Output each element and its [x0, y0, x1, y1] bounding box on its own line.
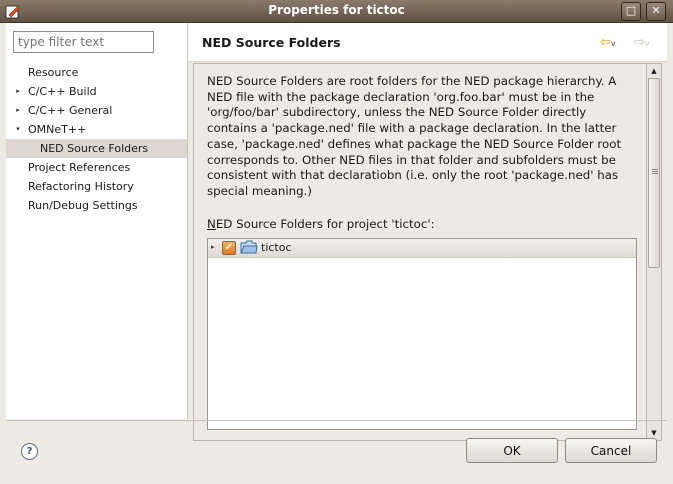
folders-tree[interactable]: ▸ ✔ tictoc [207, 238, 637, 430]
expand-icon[interactable]: ▸ [14, 101, 22, 120]
sidebar-item-label: C/C++ General [28, 104, 113, 117]
sidebar-item[interactable]: Resource [6, 63, 187, 82]
folder-label: tictoc [261, 241, 292, 254]
scroll-thumb[interactable] [648, 78, 660, 268]
sidebar-item[interactable]: Refactoring History [6, 177, 187, 196]
page-title: NED Source Folders [202, 35, 341, 50]
maximize-button[interactable]: □ [621, 2, 641, 21]
sidebar-item[interactable]: ▾ OMNeT++ [6, 120, 187, 139]
sidebar-item[interactable]: ▸ C/C++ General [6, 101, 187, 120]
forward-button[interactable]: ⇨v [634, 35, 650, 50]
page-area: NED Source Folders ⇦v ⇨v NED Source Fold… [188, 23, 673, 441]
back-arrow-icon: ⇦ [600, 35, 611, 50]
forward-arrow-icon: ⇨ [634, 35, 645, 50]
sidebar-item-label: Project References [28, 161, 131, 174]
filter-input[interactable] [13, 31, 154, 53]
window-title: Properties for tictoc [268, 3, 405, 17]
title-bar: Properties for tictoc □ ✕ [0, 0, 673, 23]
sidebar-item-label: NED Source Folders [40, 142, 149, 155]
sidebar-item-label: Run/Debug Settings [28, 199, 138, 212]
sidebar-item-label: OMNeT++ [28, 123, 87, 136]
sidebar-item[interactable]: Project References [6, 158, 187, 177]
project-folder-icon [240, 240, 258, 254]
sidebar-item[interactable]: ▸ C/C++ Build [6, 82, 187, 101]
sidebar-item-label: Refactoring History [28, 180, 134, 193]
forward-dropdown-icon: v [644, 39, 650, 48]
property-tree: Resource ▸ C/C++ Build ▸ C/C++ General ▾ OMNeT… [6, 63, 187, 215]
description-text: NED Source Folders are root folders for … [207, 74, 622, 198]
ok-button[interactable]: OK [466, 438, 558, 463]
vertical-scrollbar[interactable]: ▲ ▼ [646, 63, 662, 441]
expand-icon[interactable]: ▸ [211, 243, 215, 251]
back-button[interactable]: ⇦v [600, 35, 616, 50]
page-content: NED Source Folders are root folders for … [193, 63, 651, 441]
dialog-body: Resource ▸ C/C++ Build ▸ C/C++ General ▾ OMNeT… [0, 23, 673, 484]
folder-checkbox[interactable]: ✔ [222, 241, 236, 255]
page-header: NED Source Folders ⇦v ⇨v [188, 23, 667, 62]
sidebar-item[interactable]: NED Source Folders [6, 139, 187, 158]
sidebar-item[interactable]: Run/Debug Settings [6, 196, 187, 215]
grip-icon [652, 169, 658, 170]
mnemonic-letter: N [207, 217, 216, 231]
folders-list-label-text: ED Source Folders for project 'tictoc': [215, 217, 435, 231]
folder-row[interactable]: ▸ ✔ tictoc [208, 239, 636, 258]
folders-list-label: NED Source Folders for project 'tictoc': [207, 217, 435, 231]
close-button[interactable]: ✕ [646, 2, 666, 21]
cancel-button[interactable]: Cancel [565, 438, 657, 463]
expand-icon[interactable]: ▸ [14, 82, 22, 101]
footer-divider [6, 420, 667, 421]
sidebar-item-label: Resource [28, 66, 79, 79]
collapse-icon[interactable]: ▾ [14, 120, 22, 139]
scroll-up-icon[interactable]: ▲ [648, 65, 660, 77]
sidebar: Resource ▸ C/C++ Build ▸ C/C++ General ▾ OMNeT… [6, 23, 188, 419]
back-dropdown-icon[interactable]: v [611, 39, 616, 48]
help-icon[interactable]: ? [21, 443, 38, 460]
sidebar-item-label: C/C++ Build [28, 85, 97, 98]
